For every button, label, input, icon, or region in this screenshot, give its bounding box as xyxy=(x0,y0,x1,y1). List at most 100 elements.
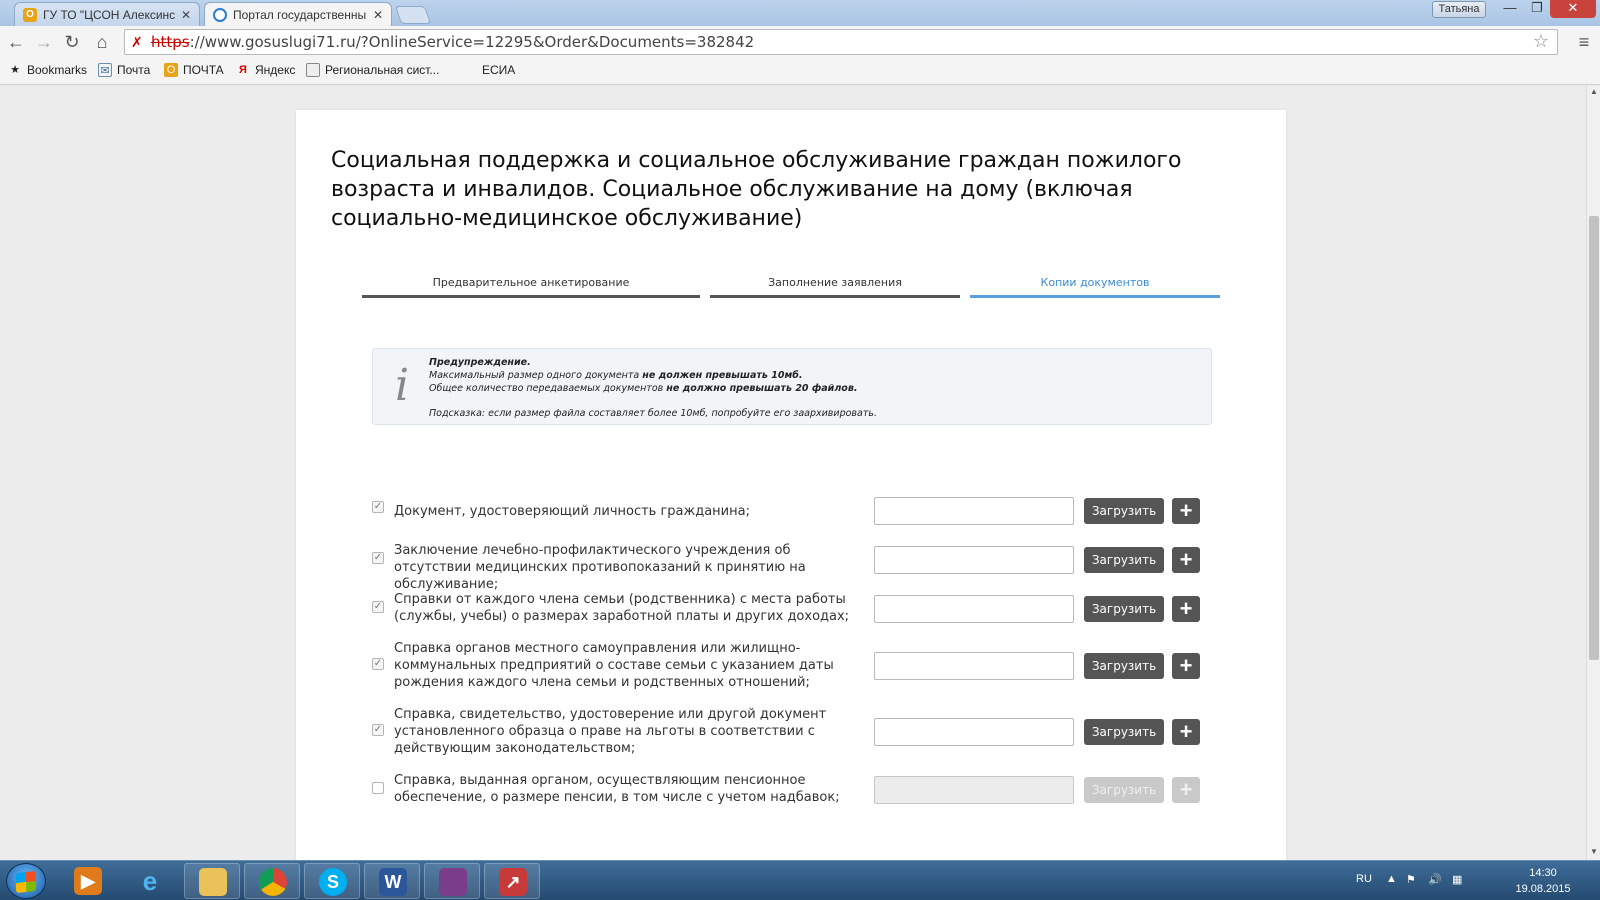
presentation-icon: ↗ xyxy=(499,868,527,896)
bookmark-item[interactable]: Региональная сист... xyxy=(306,63,439,77)
page-scrollbar[interactable]: ▲ ▼ xyxy=(1586,86,1600,860)
warning-notice: i Предупреждение. Максимальный размер од… xyxy=(372,348,1212,425)
step-questionnaire[interactable]: Предварительное анкетирование xyxy=(362,276,700,298)
menu-hamburger-icon[interactable]: ≡ xyxy=(1574,30,1594,54)
tab-close-icon[interactable]: ✕ xyxy=(373,8,383,22)
url-text: ://www.gosuslugi71.ru/?OnlineService=122… xyxy=(189,33,755,51)
show-hidden-icons[interactable]: ▲ xyxy=(1386,873,1397,885)
home-icon[interactable]: ⌂ xyxy=(90,30,114,54)
document-checkbox[interactable]: ✓ xyxy=(372,501,384,513)
reload-icon[interactable]: ↻ xyxy=(60,30,84,54)
taskbar-winrar[interactable] xyxy=(424,863,480,899)
mail-favicon-icon: О xyxy=(23,7,37,22)
add-file-button[interactable]: + xyxy=(1172,719,1200,745)
tab-label: ГУ ТО "ЦСОН Алексинск xyxy=(43,7,175,22)
internet-explorer-icon: e xyxy=(142,866,158,896)
star-icon: ★ xyxy=(10,64,20,76)
tab-close-icon[interactable]: ✕ xyxy=(181,8,191,22)
forward-arrow-icon[interactable]: → xyxy=(32,30,56,54)
step-application[interactable]: Заполнение заявления xyxy=(710,276,960,298)
page-viewport: Социальная поддержка и социальное обслуж… xyxy=(0,86,1586,860)
document-label: Справка органов местного самоуправления … xyxy=(394,641,834,690)
taskbar-internet-explorer[interactable]: e xyxy=(122,863,178,899)
language-indicator[interactable]: RU xyxy=(1356,873,1372,885)
scroll-down-icon[interactable]: ▼ xyxy=(1587,846,1600,858)
minimize-icon[interactable]: — xyxy=(1496,0,1524,18)
file-name-input[interactable] xyxy=(874,652,1074,680)
clock-time: 14:30 xyxy=(1529,867,1557,879)
bookmark-item[interactable]: ★ Bookmarks xyxy=(8,63,87,77)
taskbar-skype[interactable]: S xyxy=(304,863,360,899)
step-documents[interactable]: Копии документов xyxy=(970,276,1220,298)
file-name-input[interactable] xyxy=(874,595,1074,623)
file-name-input[interactable] xyxy=(874,718,1074,746)
browser-tab-active[interactable]: Портал государственны ✕ xyxy=(204,2,392,26)
info-icon: i xyxy=(394,360,410,411)
add-file-button[interactable]: + xyxy=(1172,653,1200,679)
flag-icon[interactable]: ⚑ xyxy=(1406,873,1416,886)
add-file-button[interactable]: + xyxy=(1172,498,1200,524)
chrome-icon xyxy=(259,868,287,896)
service-card: Социальная поддержка и социальное обслуж… xyxy=(296,110,1286,860)
folder-icon xyxy=(199,868,227,896)
add-file-button[interactable]: + xyxy=(1172,547,1200,573)
bookmark-item[interactable]: Я Яндекс xyxy=(236,63,295,77)
taskbar-chrome[interactable] xyxy=(244,863,300,899)
network-icon[interactable]: ▦ xyxy=(1452,873,1462,886)
insecure-lock-icon[interactable]: ✗ xyxy=(131,31,143,55)
windows-logo-icon xyxy=(16,870,36,894)
start-button[interactable] xyxy=(6,863,46,899)
document-label: Справка, выданная органом, осуществляющи… xyxy=(394,773,840,805)
bookmark-item[interactable]: ЕСИА xyxy=(482,63,515,77)
yandex-icon: Я xyxy=(239,64,247,76)
new-tab-button[interactable] xyxy=(394,6,432,24)
document-checkbox[interactable]: ✓ xyxy=(372,782,384,794)
document-row: ✓ Справка органов местного самоуправлени… xyxy=(372,640,1212,692)
window-close-icon[interactable]: ✕ xyxy=(1550,0,1596,18)
upload-button[interactable]: Загрузить xyxy=(1084,498,1164,524)
document-row: ✓ Документ, удостоверяющий личность граж… xyxy=(372,497,1212,527)
taskbar-explorer[interactable] xyxy=(184,863,240,899)
bookmark-item[interactable]: О ПОЧТА xyxy=(164,63,224,77)
skype-icon: S xyxy=(319,868,347,896)
taskbar-media-player[interactable]: ▶ xyxy=(60,863,116,899)
address-bar[interactable]: ✗ https://www.gosuslugi71.ru/?OnlineServ… xyxy=(124,29,1558,55)
document-label: Справка, свидетельство, удостоверение ил… xyxy=(394,707,827,756)
profile-user-badge[interactable]: Татьяна xyxy=(1432,1,1486,18)
bookmark-star-icon[interactable]: ☆ xyxy=(1533,30,1549,54)
volume-icon[interactable]: 🔊 xyxy=(1428,873,1442,886)
taskbar-word[interactable]: W xyxy=(364,863,420,899)
add-file-button[interactable]: + xyxy=(1172,777,1200,803)
document-checkbox[interactable]: ✓ xyxy=(372,552,384,564)
upload-button[interactable]: Загрузить xyxy=(1084,596,1164,622)
scroll-up-icon[interactable]: ▲ xyxy=(1587,86,1600,98)
back-arrow-icon[interactable]: ← xyxy=(4,30,28,54)
bookmark-item[interactable]: ✉ Почта xyxy=(98,63,150,77)
upload-button[interactable]: Загрузить xyxy=(1084,547,1164,573)
notice-hint: Подсказка: если размер файла составляет … xyxy=(429,408,877,419)
browser-tab-inactive[interactable]: О ГУ ТО "ЦСОН Алексинск ✕ xyxy=(14,2,200,26)
document-checkbox[interactable]: ✓ xyxy=(372,601,384,613)
add-file-button[interactable]: + xyxy=(1172,596,1200,622)
upload-button[interactable]: Загрузить xyxy=(1084,653,1164,679)
upload-button[interactable]: Загрузить xyxy=(1084,719,1164,745)
page-icon xyxy=(306,63,320,77)
scroll-thumb[interactable] xyxy=(1589,216,1599,660)
url-protocol: https xyxy=(151,33,190,51)
maximize-icon[interactable]: ❐ xyxy=(1524,0,1550,18)
file-name-input[interactable] xyxy=(874,497,1074,525)
upload-button[interactable]: Загрузить xyxy=(1084,777,1164,803)
document-row: ✓ Заключение лечебно-профилактического у… xyxy=(372,542,1212,592)
file-name-input[interactable] xyxy=(874,776,1074,804)
media-player-icon: ▶ xyxy=(74,867,102,895)
bookmarks-bar: ★ Bookmarks ✉ Почта О ПОЧТА Я Яндекс Рег… xyxy=(0,58,1600,85)
document-row: ✓ Справка, выданная органом, осуществляю… xyxy=(372,772,1212,808)
document-checkbox[interactable]: ✓ xyxy=(372,724,384,736)
notice-text: Предупреждение. Максимальный размер одно… xyxy=(429,357,877,419)
taskbar-app[interactable]: ↗ xyxy=(484,863,540,899)
wizard-steps: Предварительное анкетирование Заполнение… xyxy=(362,276,1222,298)
system-clock[interactable]: 14:30 19.08.2015 xyxy=(1508,865,1578,897)
loading-favicon-icon xyxy=(213,7,227,22)
file-name-input[interactable] xyxy=(874,546,1074,574)
document-checkbox[interactable]: ✓ xyxy=(372,658,384,670)
